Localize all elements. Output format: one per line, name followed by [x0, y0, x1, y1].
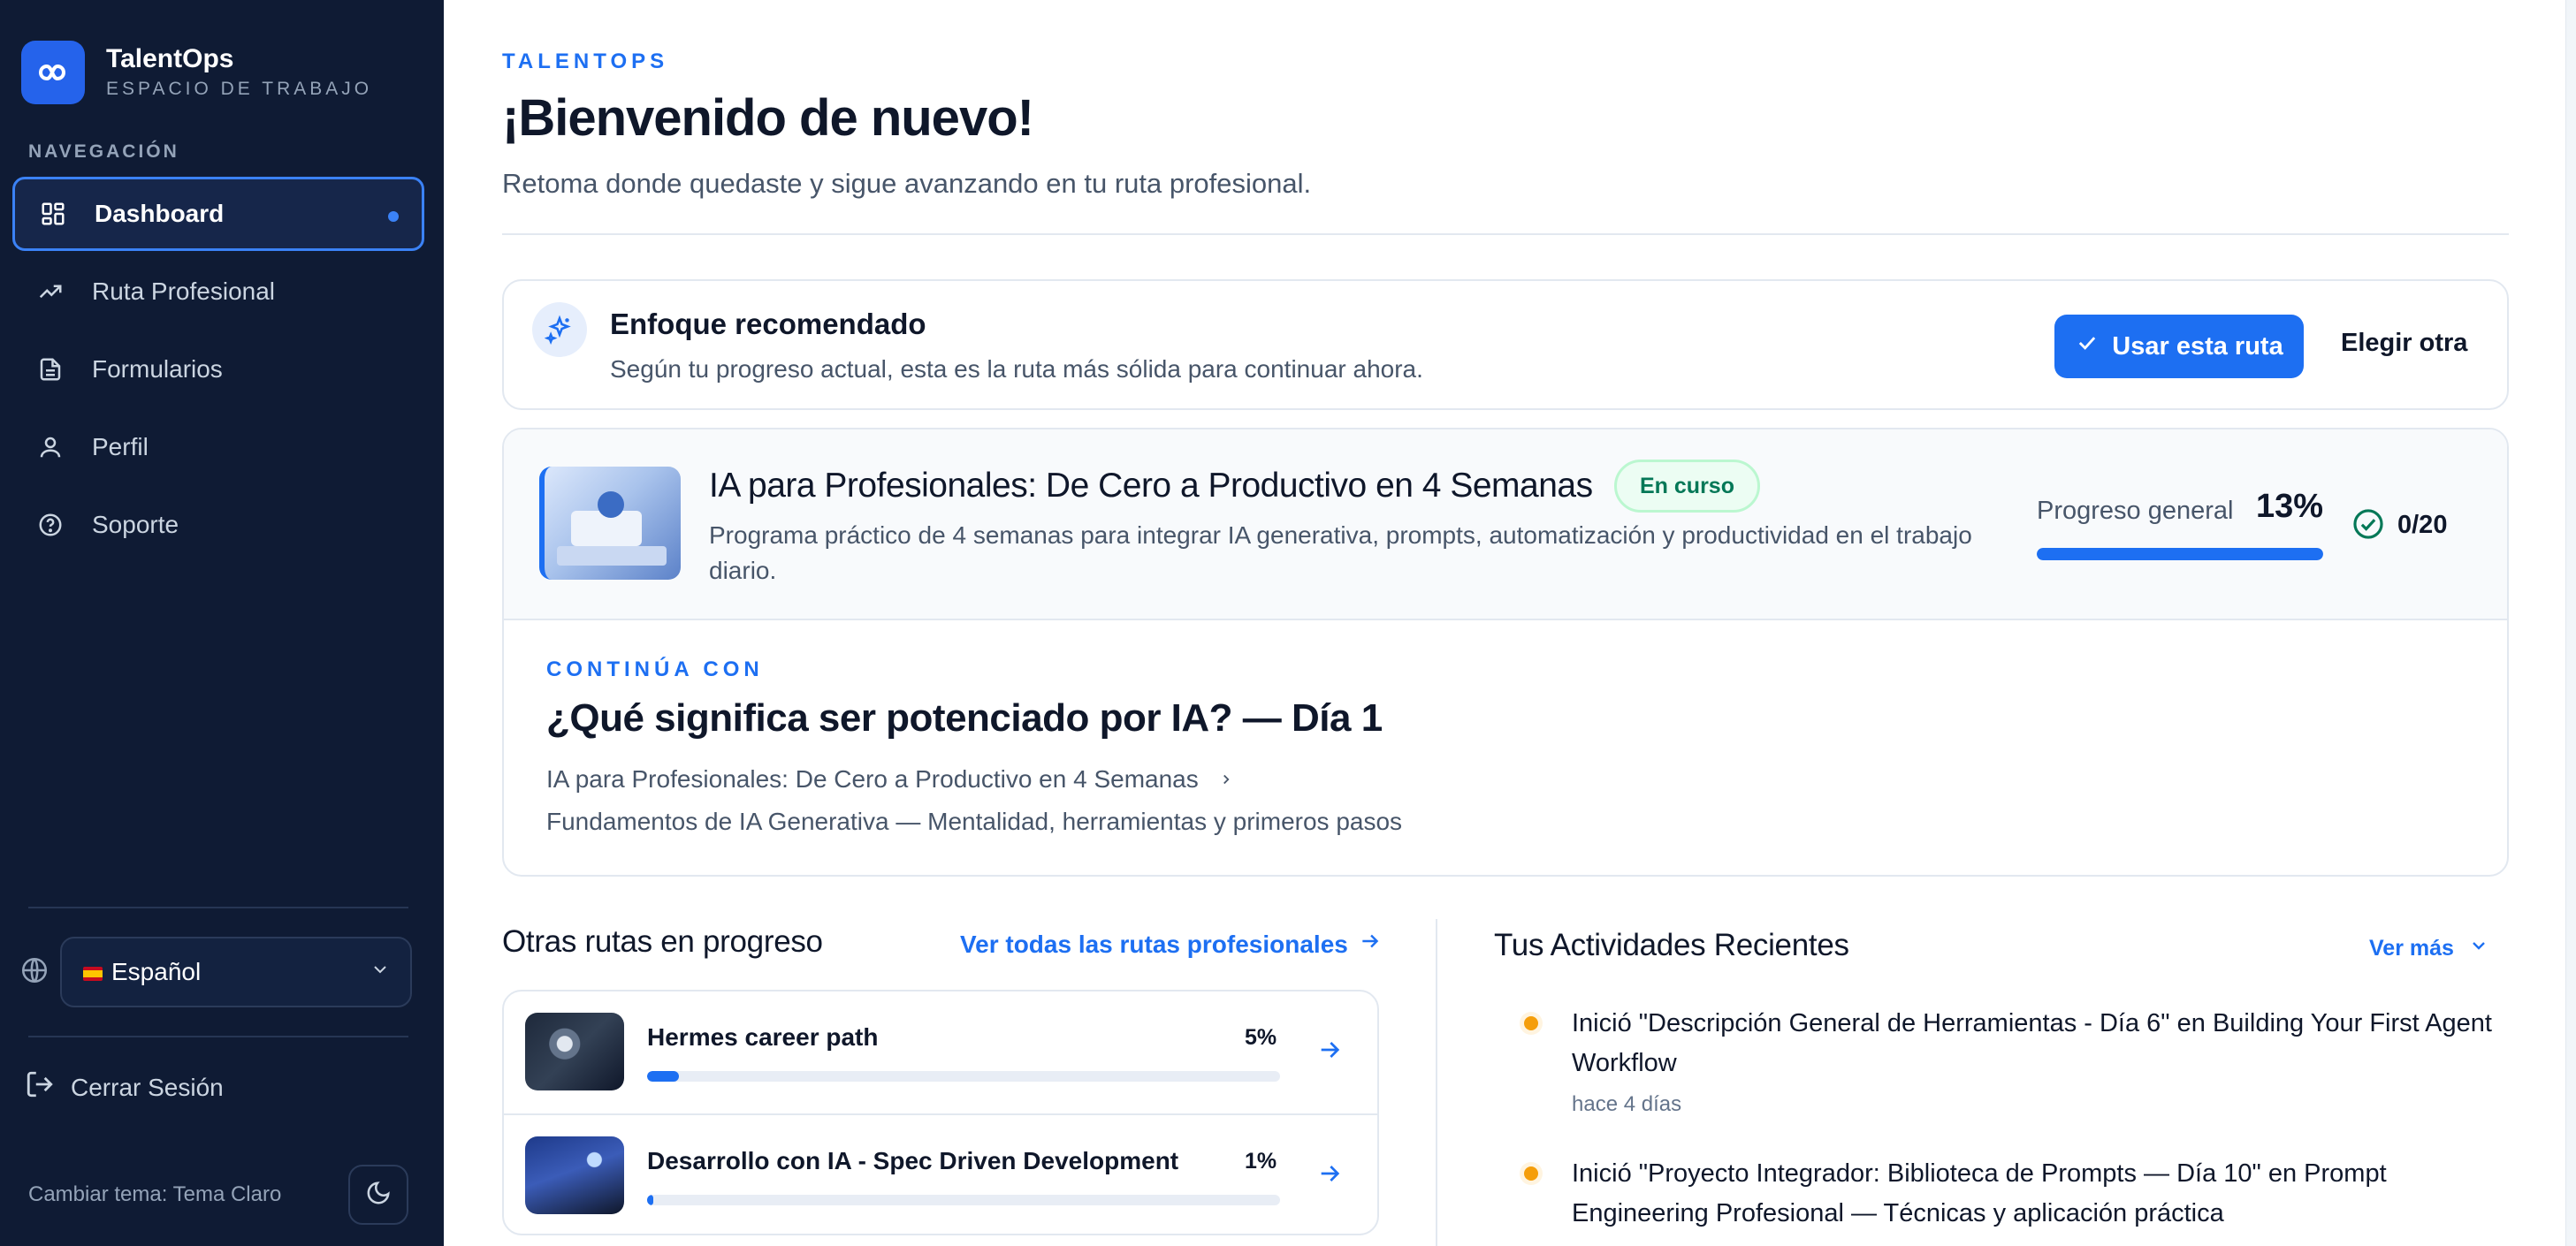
check-icon [2075, 330, 2100, 362]
see-more-label: Ver más [2369, 936, 2454, 961]
sidebar-item-label: Ruta Profesional [92, 277, 276, 305]
page-scrollbar[interactable] [2565, 0, 2576, 1246]
breadcrumb-course[interactable]: IA para Profesionales: De Cero a Product… [546, 765, 1199, 793]
route-thumbnail [525, 1013, 624, 1090]
sidebar-nav: Dashboard Ruta Profesional Formularios P… [12, 177, 424, 566]
activity-text: Inició "Proyecto Integrador: Biblioteca … [1572, 1159, 2387, 1227]
check-circle-icon [2351, 507, 2385, 545]
activity-timestamp: hace 4 días [1572, 1092, 1682, 1116]
route-item-spec-driven[interactable]: Desarrollo con IA - Spec Driven Developm… [504, 1113, 1377, 1234]
use-route-label: Usar esta ruta [2112, 331, 2283, 361]
chevron-down-icon [2468, 935, 2489, 962]
language-switcher: Español [19, 937, 412, 1007]
route-progress-bar [647, 1071, 1280, 1082]
status-badge: En curso [1614, 460, 1760, 513]
current-course-card: IA para Profesionales: De Cero a Product… [502, 428, 2509, 877]
sidebar-item-label: Soporte [92, 511, 179, 538]
globe-icon [19, 955, 50, 990]
sidebar-item-dashboard[interactable]: Dashboard [12, 177, 424, 251]
choose-other-button[interactable]: Elegir otra [2341, 329, 2467, 358]
course-progress-bar [2037, 548, 2323, 560]
activities-title: Tus Actividades Recientes [1494, 928, 1849, 962]
breadcrumb-module[interactable]: Fundamentos de IA Generativa — Mentalida… [546, 808, 1402, 836]
route-progress-fill [647, 1071, 679, 1082]
theme-label: Cambiar tema: Tema Claro [28, 1182, 282, 1206]
active-indicator-dot [388, 211, 399, 222]
course-progress-fill [2037, 548, 2323, 560]
course-summary[interactable]: IA para Profesionales: De Cero a Product… [504, 429, 2507, 620]
sidebar: TalentOps ESPACIO DE TRABAJO NAVEGACIÓN … [0, 0, 444, 1246]
moon-icon [365, 1180, 392, 1211]
sidebar-divider [28, 1036, 408, 1037]
logout-icon [25, 1069, 55, 1105]
recommendation-card: Enfoque recomendado Según tu progreso ac… [502, 279, 2509, 410]
chevron-down-icon [370, 958, 391, 986]
continue-lesson-title[interactable]: ¿Qué significa ser potenciado por IA? — … [546, 696, 1383, 741]
arrow-right-icon [1359, 930, 1382, 959]
recommendation-title: Enfoque recomendado [610, 308, 926, 340]
recommendation-description: Según tu progreso actual, esta es la rut… [610, 355, 1423, 383]
route-name: Desarrollo con IA - Spec Driven Developm… [647, 1147, 1179, 1174]
route-item-hermes[interactable]: Hermes career path 5% [504, 991, 1377, 1113]
trending-up-icon [35, 277, 65, 307]
spain-flag-icon [83, 966, 103, 981]
sidebar-item-label: Formularios [92, 355, 223, 383]
brand[interactable]: TalentOps ESPACIO DE TRABAJO [21, 41, 372, 104]
progress-percentage: 13% [2256, 488, 2324, 525]
brand-logo-icon [21, 41, 85, 104]
breadcrumb: IA para Profesionales: De Cero a Product… [546, 765, 1234, 794]
route-thumbnail [525, 1136, 624, 1214]
sidebar-item-formularios[interactable]: Formularios [12, 332, 424, 406]
route-progress-bar [647, 1195, 1280, 1205]
theme-toggle-button[interactable] [348, 1165, 408, 1225]
view-all-routes-label: Ver todas las rutas profesionales [960, 930, 1348, 958]
language-value: Español [111, 958, 202, 985]
use-route-button[interactable]: Usar esta ruta [2054, 315, 2304, 378]
completed-lessons-count: 0/20 [2397, 511, 2448, 539]
nav-section-label: NAVEGACIÓN [28, 141, 179, 162]
logout-button[interactable]: Cerrar Sesión [25, 1069, 224, 1105]
logout-label: Cerrar Sesión [71, 1073, 224, 1101]
route-progress-fill [647, 1195, 654, 1205]
view-all-routes-link[interactable]: Ver todas las rutas profesionales [960, 930, 1382, 959]
sidebar-divider [28, 907, 408, 908]
sidebar-item-label: Perfil [92, 433, 149, 460]
sidebar-item-ruta-profesional[interactable]: Ruta Profesional [12, 255, 424, 329]
arrow-right-icon[interactable] [1315, 1036, 1344, 1068]
progress-label: Progreso general [2037, 497, 2234, 525]
help-circle-icon [35, 510, 65, 540]
other-routes-list: Hermes career path 5% Desarrollo con IA … [502, 990, 1379, 1235]
page-subtitle: Retoma donde quedaste y sigue avanzando … [502, 168, 1312, 199]
dashboard-grid-icon [38, 199, 68, 229]
header-divider [502, 233, 2509, 235]
course-thumbnail [539, 467, 681, 580]
sidebar-item-soporte[interactable]: Soporte [12, 488, 424, 562]
sidebar-item-label: Dashboard [95, 200, 225, 227]
sparkles-icon [532, 302, 587, 357]
document-icon [35, 354, 65, 384]
page-title: ¡Bienvenido de nuevo! [502, 89, 1034, 147]
activity-text: Inició "Descripción General de Herramien… [1572, 1009, 2492, 1077]
arrow-right-icon[interactable] [1315, 1159, 1344, 1192]
brand-name: TalentOps [106, 44, 234, 73]
see-more-button[interactable]: Ver más [2369, 935, 2489, 962]
continue-eyebrow: CONTINÚA CON [546, 657, 764, 681]
user-icon [35, 432, 65, 462]
brand-subtitle: ESPACIO DE TRABAJO [106, 79, 373, 99]
page-eyebrow: TALENTOPS [502, 49, 669, 73]
column-divider [1436, 919, 1437, 1246]
language-select[interactable]: Español [60, 937, 412, 1007]
sidebar-item-perfil[interactable]: Perfil [12, 410, 424, 484]
course-description: Programa práctico de 4 semanas para inte… [709, 521, 1972, 584]
route-name: Hermes career path [647, 1023, 879, 1051]
chevron-right-icon [1218, 765, 1234, 793]
activity-dot [1524, 1166, 1538, 1181]
other-routes-title: Otras rutas en progreso [502, 924, 823, 959]
course-title: IA para Profesionales: De Cero a Product… [709, 467, 1593, 505]
activity-dot [1524, 1016, 1538, 1030]
